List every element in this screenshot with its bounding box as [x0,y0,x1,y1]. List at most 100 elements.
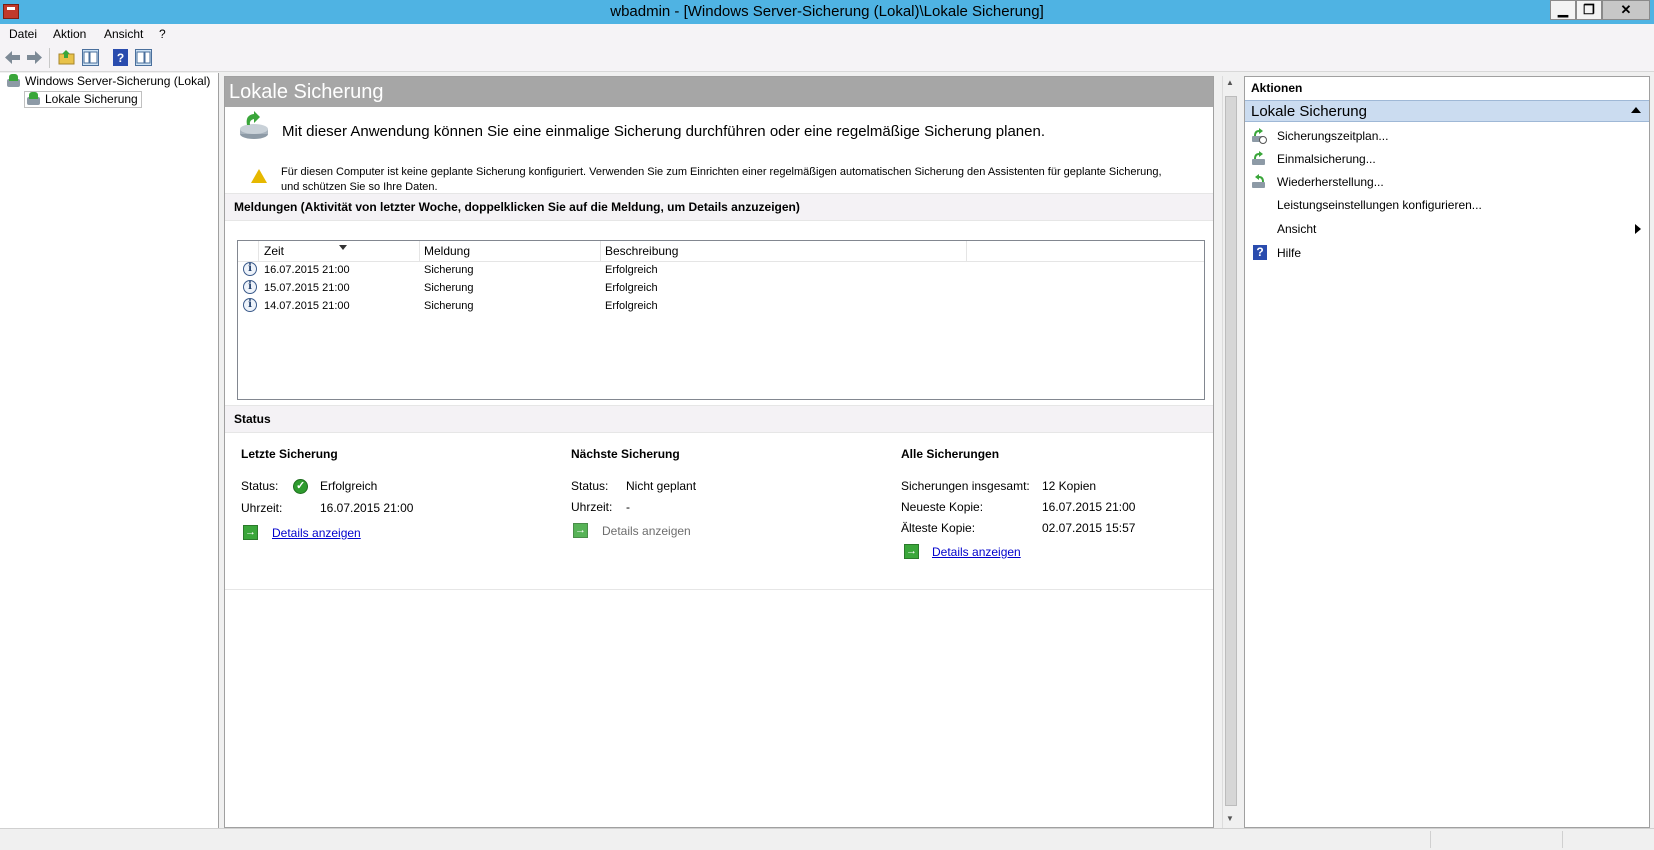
next-time-value: - [626,500,630,514]
close-button[interactable]: ✕ [1602,0,1650,20]
toolbar: ? [0,44,1654,72]
up-folder-icon[interactable] [58,49,75,66]
table-row[interactable]: i 16.07.2015 21:00 Sicherung Erfolgreich [238,261,1204,279]
go-arrow-icon: → [904,544,919,559]
schedule-backup-icon [1252,128,1267,144]
menu-datei[interactable]: Datei [9,27,37,41]
divider [225,589,1213,590]
main-panel: Lokale Sicherung Mit dieser Anwendung kö… [224,76,1214,828]
back-icon[interactable] [4,49,21,66]
last-time-value: 16.07.2015 21:00 [320,501,414,515]
newest-value: 16.07.2015 21:00 [1042,500,1136,514]
scroll-thumb[interactable] [1225,96,1237,806]
messages-section-header: Meldungen (Aktivität von letzter Woche, … [225,193,1213,221]
messages-table[interactable]: Zeit Meldung Beschreibung i 16.07.2015 2… [237,240,1205,400]
total-label: Sicherungen insgesamt: [901,479,1030,493]
last-time-label: Uhrzeit: [241,501,283,515]
all-backups-title: Alle Sicherungen [901,447,1000,461]
row-description: Erfolgreich [605,282,658,294]
collapse-arrow-icon[interactable] [1631,107,1641,113]
actions-section-title: Lokale Sicherung [1251,103,1367,120]
last-status-value: Erfolgreich [320,479,378,493]
table-row[interactable]: i 15.07.2015 21:00 Sicherung Erfolgreich [238,279,1204,297]
action-label: Sicherungszeitplan... [1277,129,1389,143]
info-icon: i [243,298,257,312]
backup-large-icon [240,111,268,139]
vertical-scrollbar[interactable]: ▲ ▼ [1222,76,1239,828]
menu-help[interactable]: ? [159,27,166,41]
window-title: wbadmin - [Windows Server-Sicherung (Lok… [610,3,1044,20]
go-arrow-icon: → [243,525,258,540]
tree-root-item[interactable]: Windows Server-Sicherung (Lokal) [6,74,210,88]
row-message: Sicherung [424,300,474,312]
next-backup-title: Nächste Sicherung [571,447,680,461]
next-time-label: Uhrzeit: [571,500,613,514]
show-hide-tree-icon[interactable] [82,49,99,66]
action-label: Hilfe [1277,246,1302,260]
title-bar: wbadmin - [Windows Server-Sicherung (Lok… [0,0,1654,24]
column-meldung[interactable]: Meldung [424,244,470,258]
last-status-label: Status: [241,479,279,493]
next-status-value: Nicht geplant [626,479,697,493]
action-label: Wiederherstellung... [1277,175,1384,189]
row-time: 16.07.2015 21:00 [264,264,350,276]
info-icon: i [243,280,257,294]
scroll-down-arrow-icon[interactable]: ▼ [1226,814,1234,823]
row-description: Erfolgreich [605,264,658,276]
menu-bar: Datei Aktion Ansicht ? [0,24,1654,44]
column-zeit[interactable]: Zeit [264,244,284,258]
restore-icon [1252,174,1265,188]
actions-pane: Aktionen Lokale Sicherung Sicherungszeit… [1244,76,1650,828]
row-description: Erfolgreich [605,300,658,312]
help-icon: ? [1253,245,1267,260]
action-help[interactable]: ? Hilfe [1245,241,1649,265]
row-message: Sicherung [424,282,474,294]
tree-child-item[interactable]: Lokale Sicherung [24,91,142,108]
action-label: Leistungseinstellungen konfigurieren... [1277,198,1482,212]
next-status-label: Status: [571,479,609,493]
info-icon: i [243,262,257,276]
next-details-link: Details anzeigen [602,524,691,538]
menu-ansicht[interactable]: Ansicht [104,27,143,41]
action-schedule[interactable]: Sicherungszeitplan... [1245,124,1649,148]
scroll-up-arrow-icon[interactable]: ▲ [1226,78,1234,87]
table-row[interactable]: i 14.07.2015 21:00 Sicherung Erfolgreich [238,297,1204,315]
newest-label: Neueste Kopie: [901,500,984,514]
minimize-button[interactable]: ▁ [1550,0,1576,20]
show-hide-action-pane-icon[interactable] [135,49,152,66]
action-restore[interactable]: Wiederherstellung... [1245,170,1649,194]
total-value: 12 Kopien [1042,479,1097,493]
last-backup-title: Letzte Sicherung [241,447,338,461]
action-performance[interactable]: Leistungseinstellungen konfigurieren... [1245,193,1649,217]
tree-root-label: Windows Server-Sicherung (Lokal) [25,74,211,88]
row-time: 14.07.2015 21:00 [264,300,350,312]
status-title: Status [234,412,271,426]
menu-aktion[interactable]: Aktion [53,27,86,41]
tree-child-label: Lokale Sicherung [45,92,138,106]
svg-text:?: ? [117,51,124,65]
submenu-arrow-icon [1635,224,1641,234]
action-view[interactable]: Ansicht [1245,217,1649,241]
success-check-icon [293,479,308,494]
help-icon[interactable]: ? [112,49,129,66]
messages-title: Meldungen (Aktivität von letzter Woche, … [234,200,800,214]
restore-button[interactable]: ❐ [1576,0,1602,20]
panel-header: Lokale Sicherung [225,77,1213,107]
navigation-tree: Windows Server-Sicherung (Lokal) Lokale … [0,73,219,828]
status-section-header: Status [225,405,1213,433]
actions-title: Aktionen [1251,81,1303,95]
warning-text: Für diesen Computer ist keine geplante S… [281,166,1162,193]
action-label: Ansicht [1277,222,1317,236]
all-details-link[interactable]: Details anzeigen [932,545,1021,559]
status-bar [0,828,1654,850]
action-label: Einmalsicherung... [1277,152,1376,166]
row-time: 15.07.2015 21:00 [264,282,350,294]
actions-section-header[interactable]: Lokale Sicherung [1245,100,1649,122]
column-beschreibung[interactable]: Beschreibung [605,244,678,258]
go-arrow-icon: → [573,523,588,538]
warning-icon [251,169,267,183]
forward-icon[interactable] [26,49,43,66]
intro-text: Mit dieser Anwendung können Sie eine ein… [282,123,1045,140]
last-details-link[interactable]: Details anzeigen [272,526,361,540]
action-once[interactable]: Einmalsicherung... [1245,147,1649,171]
